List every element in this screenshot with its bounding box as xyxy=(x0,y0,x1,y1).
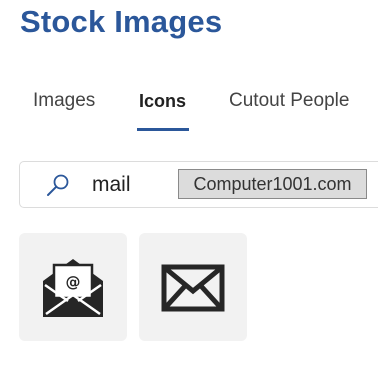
open-envelope-at-sign-icon: @ xyxy=(43,259,103,317)
envelope-icon xyxy=(161,264,225,312)
selected-tab-indicator xyxy=(137,128,189,131)
tab-bar: Images Icons Cutout People xyxy=(0,86,378,134)
search-icon[interactable] xyxy=(45,173,71,197)
svg-text:@: @ xyxy=(66,273,81,291)
search-query-text[interactable]: mail xyxy=(92,171,131,199)
tab-cutout-people[interactable]: Cutout People xyxy=(229,86,349,134)
page-title: Stock Images xyxy=(20,4,223,39)
tab-icons[interactable]: Icons xyxy=(139,86,186,134)
watermark-label: Computer1001.com xyxy=(178,169,367,199)
icon-result-envelope[interactable] xyxy=(139,233,247,341)
tab-images[interactable]: Images xyxy=(33,86,95,134)
icon-result-open-envelope[interactable]: @ xyxy=(19,233,127,341)
